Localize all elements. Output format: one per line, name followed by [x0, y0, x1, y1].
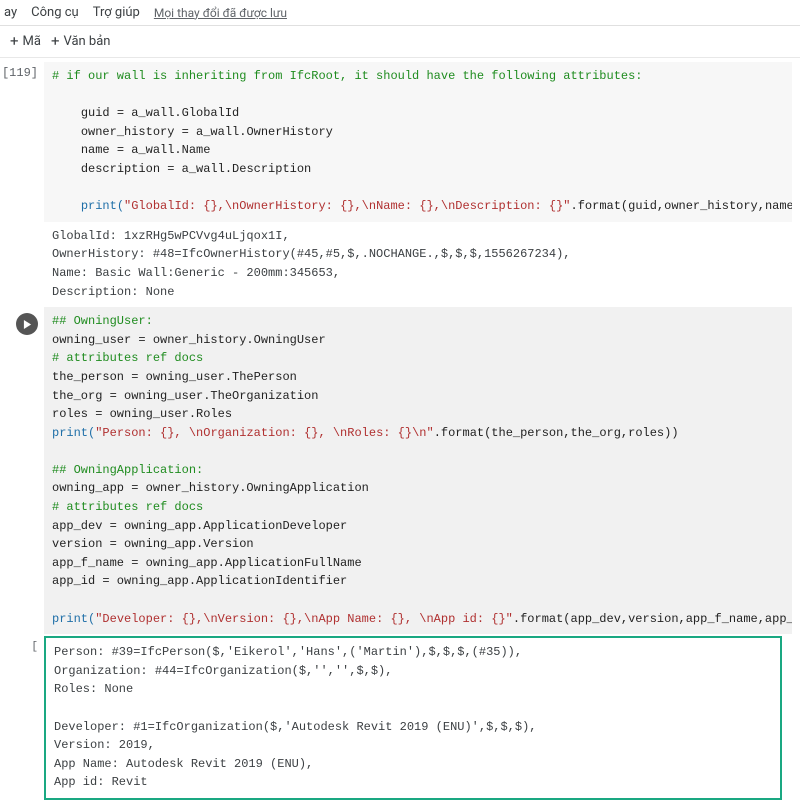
code-line: roles = owning_user.Roles [52, 407, 232, 421]
toolbar: + Mã + Văn bản [0, 26, 800, 58]
plus-icon: + [10, 34, 19, 49]
output-line: Organization: #44=IfcOrganization($,'','… [54, 664, 392, 678]
code-line: app_id = owning_app.ApplicationIdentifie… [52, 574, 347, 588]
code-comment: ## OwningApplication: [52, 463, 203, 477]
add-code-button[interactable]: + Mã [10, 34, 41, 49]
code-cell: ## OwningUser: owning_user = owner_histo… [0, 307, 792, 634]
play-icon [23, 320, 32, 329]
code-editor[interactable]: # if our wall is inheriting from IfcRoot… [44, 62, 792, 222]
notebook: [119] # if our wall is inheriting from I… [0, 58, 800, 806]
code-line: .format(app_dev,version,app_f_name,app_i… [513, 612, 792, 626]
menu-item-partial[interactable]: ay [4, 5, 17, 20]
cell-gutter: [ [0, 634, 44, 806]
cell-gutter [0, 222, 44, 307]
code-line: print( [81, 199, 124, 213]
code-line: name = a_wall.Name [81, 143, 211, 157]
output-line: Description: None [52, 285, 174, 299]
cell-gutter [0, 307, 44, 634]
output-line: Version: 2019, [54, 738, 155, 752]
code-line: owning_user = owner_history.OwningUser [52, 333, 326, 347]
output-line: Roles: None [54, 682, 133, 696]
output-line: Person: #39=IfcPerson($,'Eikerol','Hans'… [54, 645, 522, 659]
code-line: .format(the_person,the_org,roles)) [434, 426, 679, 440]
code-comment: # attributes ref docs [52, 351, 203, 365]
saved-status: Mọi thay đổi đã được lưu [154, 6, 287, 20]
output-line: Developer: #1=IfcOrganization($,'Autodes… [54, 720, 536, 734]
cell-gutter: [119] [0, 62, 44, 222]
add-code-label: Mã [23, 34, 41, 49]
output-line: App Name: Autodesk Revit 2019 (ENU), [54, 757, 313, 771]
code-comment: ## OwningUser: [52, 314, 153, 328]
cell-output: Person: #39=IfcPerson($,'Eikerol','Hans'… [44, 636, 782, 800]
code-line: owning_app = owner_history.OwningApplica… [52, 481, 369, 495]
code-cell: [119] # if our wall is inheriting from I… [0, 62, 792, 222]
code-line: .format(guid,owner_history,name,descript… [571, 199, 792, 213]
code-line: owner_history = a_wall.OwnerHistory [81, 125, 333, 139]
menu-item-help[interactable]: Trợ giúp [93, 5, 140, 20]
cell-output: GlobalId: 1xzRHg5wPCVvg4uLjqox1I, OwnerH… [44, 222, 792, 307]
code-line: print( [52, 426, 95, 440]
code-line: version = owning_app.Version [52, 537, 254, 551]
code-string: "GlobalId: {},\nOwnerHistory: {},\nName:… [124, 199, 570, 213]
code-line: guid = a_wall.GlobalId [81, 106, 239, 120]
code-line: the_org = owning_user.TheOrganization [52, 389, 318, 403]
add-text-button[interactable]: + Văn bản [51, 34, 111, 49]
code-line: description = a_wall.Description [81, 162, 311, 176]
code-comment: # attributes ref docs [52, 500, 203, 514]
run-cell-button[interactable] [16, 313, 38, 335]
menu-item-tools[interactable]: Công cụ [31, 5, 79, 20]
code-string: "Developer: {},\nVersion: {},\nApp Name:… [95, 612, 513, 626]
code-line: the_person = owning_user.ThePerson [52, 370, 297, 384]
code-string: "Person: {}, \nOrganization: {}, \nRoles… [95, 426, 433, 440]
output-line: GlobalId: 1xzRHg5wPCVvg4uLjqox1I, [52, 229, 290, 243]
output-line: Name: Basic Wall:Generic - 200mm:345653, [52, 266, 340, 280]
menubar: ay Công cụ Trợ giúp Mọi thay đổi đã được… [0, 0, 800, 26]
plus-icon: + [51, 34, 60, 49]
output-line: OwnerHistory: #48=IfcOwnerHistory(#45,#5… [52, 247, 570, 261]
output-line: App id: Revit [54, 775, 148, 789]
output-cell: GlobalId: 1xzRHg5wPCVvg4uLjqox1I, OwnerH… [0, 222, 792, 307]
code-line: print( [52, 612, 95, 626]
code-comment: # if our wall is inheriting from IfcRoot… [52, 69, 643, 83]
code-editor[interactable]: ## OwningUser: owning_user = owner_histo… [44, 307, 792, 634]
output-cell: [ Person: #39=IfcPerson($,'Eikerol','Han… [0, 634, 792, 806]
code-line: app_dev = owning_app.ApplicationDevelope… [52, 519, 347, 533]
exec-count: [119] [2, 66, 38, 80]
add-text-label: Văn bản [63, 34, 110, 49]
collapse-output-icon[interactable]: [ [31, 641, 38, 653]
code-line: app_f_name = owning_app.ApplicationFullN… [52, 556, 362, 570]
